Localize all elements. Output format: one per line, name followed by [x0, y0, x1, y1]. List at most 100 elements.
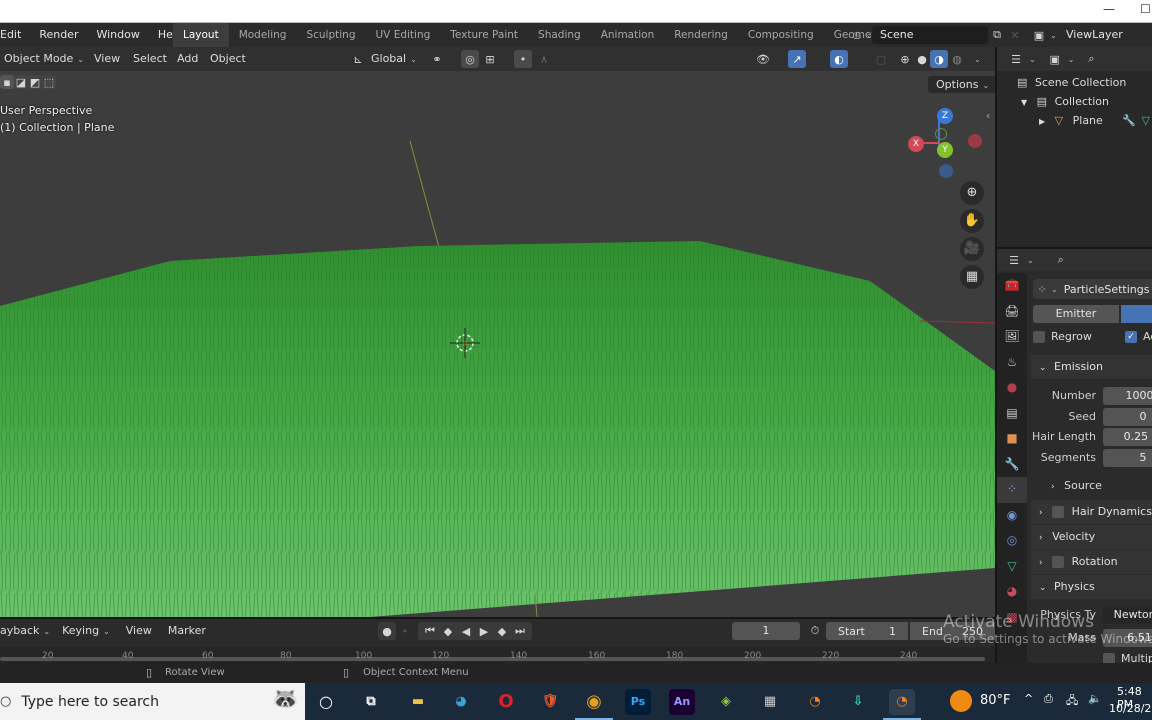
gizmo-y-axis[interactable]: Y [937, 142, 953, 158]
blender-active-icon[interactable]: ◔ [883, 689, 921, 720]
film-app-icon[interactable]: ▦ [757, 689, 783, 715]
weather-icon[interactable] [950, 690, 972, 712]
view-menu[interactable]: View [86, 47, 128, 71]
pivot-point-icon[interactable]: ⚭ [428, 50, 446, 68]
display-mode-icon[interactable]: ☰ [1007, 50, 1025, 68]
pan-view-icon[interactable]: ✋ [960, 209, 984, 233]
cortana-icon[interactable]: ○ [313, 689, 339, 715]
select-subtract-icon[interactable]: ◩ [28, 75, 42, 89]
material-preview-shading-icon[interactable]: ◑ [930, 50, 948, 68]
workspace-tab-uv-editing[interactable]: UV Editing [366, 23, 441, 47]
select-menu[interactable]: Select [125, 47, 175, 71]
field-value[interactable]: 10000 [1103, 387, 1152, 405]
navigation-gizmo[interactable]: Z X Y [905, 106, 985, 181]
network-icon[interactable]: 🖧 [1066, 692, 1078, 711]
overlay-toggle-icon[interactable]: ◐ [830, 50, 848, 68]
world-tab-icon[interactable]: ▤ [997, 401, 1027, 427]
particles-tab-icon[interactable]: ⁘ [997, 477, 1027, 503]
material-tab-icon[interactable]: ◕ [997, 579, 1027, 605]
modifier-wrench-icon[interactable]: 🔧 [1122, 114, 1136, 127]
meet-now-icon[interactable]: ⎙ [1044, 692, 1053, 706]
shading-options-chevron-icon[interactable]: ⌄ [974, 55, 981, 64]
wireframe-shading-icon[interactable]: ⊕ [896, 50, 914, 68]
minimize-icon[interactable]: — [1103, 2, 1115, 16]
render-tab-icon[interactable]: 🖨 [997, 299, 1027, 325]
photoshop-icon[interactable]: Ps [625, 689, 651, 715]
checkmark-icon[interactable]: ✓ [1125, 331, 1137, 343]
outliner-row-scene-collection[interactable]: ▤ Scene Collection [1017, 73, 1126, 92]
scene-selector-icon[interactable]: ♨ [848, 26, 866, 44]
bluestacks-icon[interactable]: ◈ [713, 689, 739, 715]
outliner-row-plane[interactable]: ▶ ▽ Plane 🔧 ▽ [1039, 111, 1150, 130]
brave-icon[interactable]: 🛡 [537, 689, 563, 715]
rotation-checkbox[interactable] [1052, 556, 1065, 568]
workspace-tab-animation[interactable]: Animation [591, 23, 665, 47]
view-layer-tab-icon[interactable]: ♨ [997, 350, 1027, 376]
opera-icon[interactable]: O [493, 689, 519, 715]
workspace-tab-layout[interactable]: Layout [173, 23, 229, 47]
menu-window[interactable]: Window [87, 23, 148, 47]
delete-scene-icon[interactable]: ✕ [1006, 26, 1024, 44]
data-tab-icon[interactable]: ▽ [997, 554, 1027, 580]
filter-icon[interactable]: ▣ [1046, 50, 1064, 68]
emission-panel-header[interactable]: ⌄ Emission [1031, 355, 1152, 379]
gizmo-z-axis[interactable]: Z [937, 108, 953, 124]
xray-toggle-icon[interactable]: ▢ [872, 50, 890, 68]
number-field[interactable]: Number 10000 [1033, 386, 1152, 406]
playback-menu[interactable]: ayback ⌄ [0, 621, 54, 642]
tray-expand-icon[interactable]: ^ [1024, 692, 1033, 705]
jump-to-end-icon[interactable]: ⏭ [511, 622, 529, 640]
workspace-tab-shading[interactable]: Shading [528, 23, 591, 47]
select-invert-icon[interactable]: ⬚ [42, 75, 56, 89]
taskbar-search-box[interactable]: ○ Type here to search 🦝 [0, 683, 305, 720]
menu-edit[interactable]: Edit [0, 23, 30, 47]
visibility-icon[interactable]: 👁 [754, 50, 772, 68]
snap-toggle-icon[interactable]: ◎ [461, 50, 479, 68]
new-scene-icon[interactable]: ⧉ [988, 26, 1006, 44]
output-tab-icon[interactable]: 🖼 [997, 324, 1027, 350]
seed-field[interactable]: Seed 0 [1033, 407, 1152, 427]
menu-render[interactable]: Render [30, 23, 87, 47]
clock-date[interactable]: 10/28/20 [1109, 702, 1152, 715]
particle-settings-selector[interactable]: ⁘ ⌄ ParticleSettings [1033, 279, 1152, 299]
sidebar-toggle-icon[interactable]: ‹ [986, 109, 990, 122]
keying-menu[interactable]: Keying ⌄ [54, 621, 118, 642]
mesh-data-icon[interactable]: ▽ [1142, 114, 1150, 127]
expand-arrow-icon[interactable]: ▼ [1021, 98, 1027, 107]
editor-type-icon[interactable]: ☰ [1005, 251, 1023, 269]
gizmo-neg-z-axis[interactable] [939, 164, 953, 178]
view-menu[interactable]: View [118, 621, 160, 641]
scene-tab-icon[interactable]: ● [997, 375, 1027, 401]
mode-dropdown[interactable]: Object Mode ⌄ [0, 47, 92, 72]
snap-increment-icon[interactable]: ⊞ [481, 50, 499, 68]
workspace-tab-texture-paint[interactable]: Texture Paint [440, 23, 528, 47]
workspace-tab-compositing[interactable]: Compositing [738, 23, 824, 47]
physics-tab-icon[interactable]: ◉ [997, 503, 1027, 529]
advanced-checkbox[interactable]: ✓ Ad [1125, 327, 1152, 347]
prev-keyframe-icon[interactable]: ◆ [439, 622, 457, 640]
segments-field[interactable]: Segments 5 [1033, 448, 1152, 468]
3d-viewport[interactable]: ▪ ◪ ◩ ⬚ User Perspective (1) Collection … [0, 71, 995, 617]
gizmo-neg-x-axis[interactable] [968, 134, 982, 148]
add-menu[interactable]: Add [169, 47, 206, 71]
current-frame-field[interactable]: 1 [732, 622, 800, 640]
emitter-type-button[interactable]: Emitter [1033, 305, 1119, 323]
auto-keying-icon[interactable]: • [396, 622, 414, 640]
zoom-view-icon[interactable]: ⊕ [960, 181, 984, 205]
jump-to-start-icon[interactable]: ⏮ [421, 622, 439, 640]
gizmo-neg-y-axis[interactable] [935, 128, 947, 140]
play-reverse-icon[interactable]: ◀ [457, 622, 475, 640]
search-icon[interactable]: ⌕ [1052, 251, 1070, 269]
next-keyframe-icon[interactable]: ◆ [493, 622, 511, 640]
stopwatch-icon[interactable]: ⏱ [806, 622, 824, 640]
blender-icon[interactable]: ◔ [802, 689, 828, 715]
velocity-panel-header[interactable]: › Velocity [1031, 525, 1152, 549]
rotation-panel-header[interactable]: › Rotation [1031, 550, 1152, 574]
workspace-tab-sculpting[interactable]: Sculpting [296, 23, 365, 47]
field-value[interactable]: 0.25 m [1103, 428, 1152, 446]
source-subpanel[interactable]: › Source [1051, 476, 1152, 496]
workspace-tab-modeling[interactable]: Modeling [229, 23, 297, 47]
options-dropdown[interactable]: Options ⌄ [928, 76, 995, 93]
viewlayer-name-field[interactable]: ViewLayer [1058, 26, 1152, 44]
physics-panel-header[interactable]: ⌄ Physics [1031, 575, 1152, 599]
